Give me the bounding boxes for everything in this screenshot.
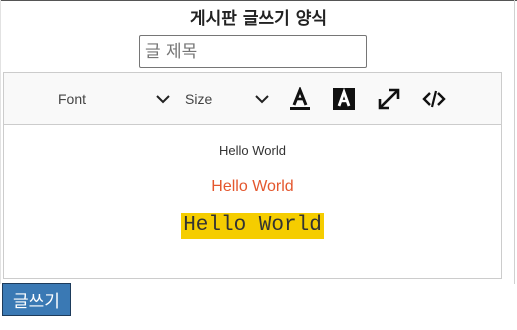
- highlighted-text: Hello World: [181, 213, 324, 239]
- chevron-down-icon: [255, 95, 269, 104]
- background-color-icon[interactable]: [332, 87, 356, 111]
- editor-content[interactable]: Hello World Hello World Hello World: [4, 125, 501, 278]
- content-line-highlighted: Hello World: [4, 213, 501, 239]
- font-picker[interactable]: Font: [58, 89, 172, 109]
- content-line: Hello World: [219, 143, 286, 158]
- code-view-icon[interactable]: [422, 87, 446, 111]
- page-title: 게시판 글쓰기 양식: [190, 9, 327, 29]
- rich-text-editor: Font Size Hello World Hello World Hello …: [3, 72, 502, 279]
- editor-toolbar: Font Size: [4, 73, 501, 125]
- fullscreen-icon[interactable]: [377, 87, 401, 111]
- left-frame-line: [0, 0, 1, 284]
- size-picker-label: Size: [185, 91, 213, 107]
- right-frame-line: [514, 0, 515, 284]
- subject-input[interactable]: [139, 35, 367, 68]
- chevron-down-icon: [156, 95, 170, 104]
- font-picker-label: Font: [58, 91, 87, 107]
- content-line: Hello World: [211, 178, 294, 195]
- font-color-icon[interactable]: [288, 87, 312, 111]
- size-picker[interactable]: Size: [185, 89, 271, 109]
- top-border: [0, 0, 517, 1]
- submit-button[interactable]: 글쓰기: [2, 283, 71, 316]
